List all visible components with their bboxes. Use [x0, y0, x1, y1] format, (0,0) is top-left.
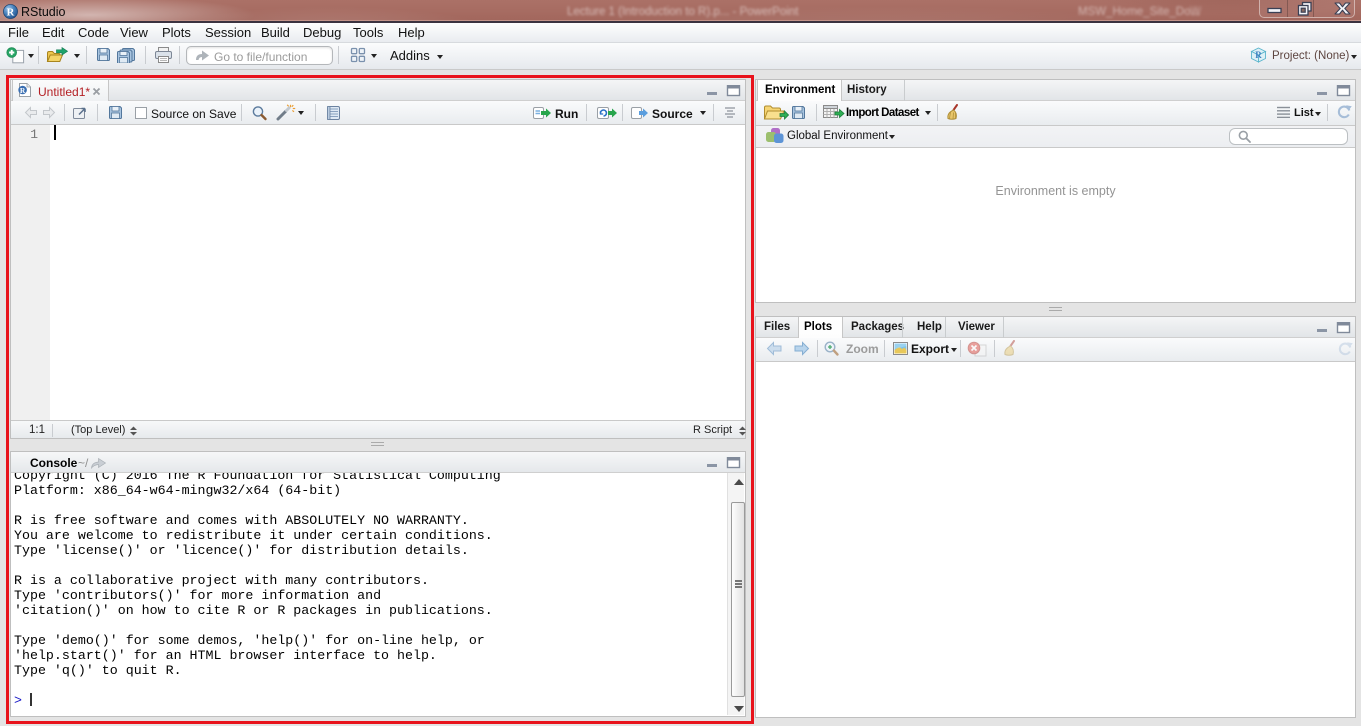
svg-text:R: R — [20, 86, 26, 95]
svg-text:R: R — [7, 7, 15, 18]
svg-text:R: R — [1255, 50, 1262, 60]
